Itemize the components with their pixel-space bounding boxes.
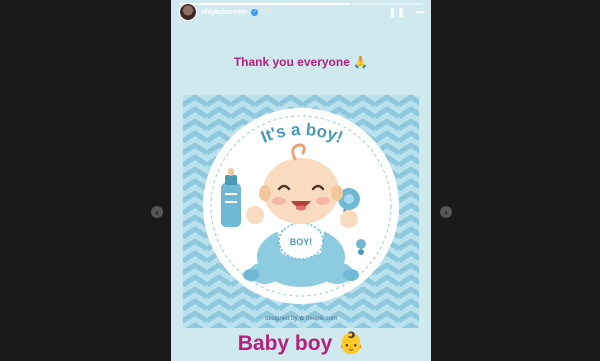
its-a-boy-card: It's a boy! BOY! designed by ✿ freepik.c… [183, 95, 419, 328]
verified-badge-icon: ✓ [251, 8, 259, 16]
next-story-button[interactable]: › [440, 206, 452, 218]
more-icon[interactable]: ••• [416, 7, 425, 18]
story-viewer: shiyaskareem ✓ 17h ❚❚ ••• Thank you ever… [171, 0, 431, 361]
caption-baby-boy: Baby boy 👶 [237, 332, 365, 355]
caption-thank-you: Thank you everyone 🙏 [233, 55, 369, 69]
previous-story-button[interactable]: ‹ [151, 206, 163, 218]
post-time: 17h [262, 8, 275, 16]
bib-text: BOY! [290, 237, 313, 247]
pause-icon[interactable]: ❚❚ [388, 7, 405, 18]
username[interactable]: shiyaskareem [201, 9, 247, 16]
baby-illustration: It's a boy! BOY! [183, 95, 419, 328]
avatar[interactable] [179, 3, 197, 21]
freepik-credit[interactable]: designed by ✿ freepik.com [183, 315, 419, 322]
story-header: shiyaskareem ✓ 17h ❚❚ ••• [179, 2, 425, 22]
